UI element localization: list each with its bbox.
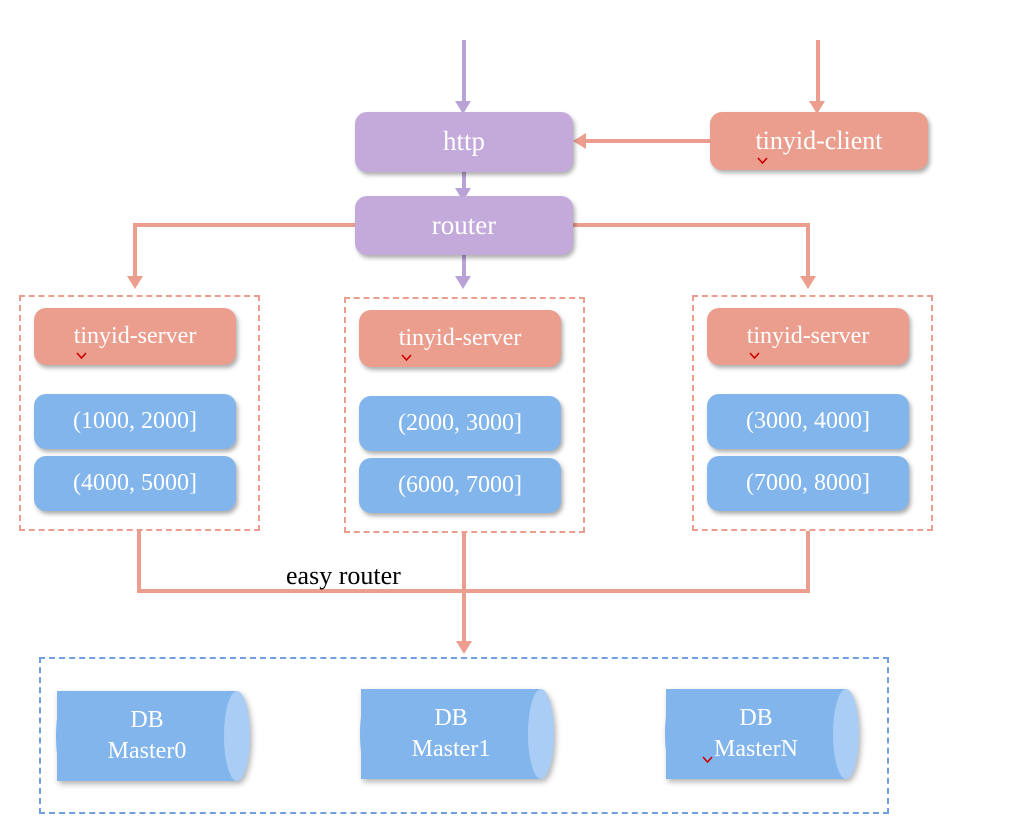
db-master-n[interactable]: DB MasterN [665, 689, 859, 779]
db-master-1-line2: Master1 [411, 736, 491, 762]
router-left-arrowhead [127, 276, 143, 289]
db-master-1-line1: DB [434, 705, 468, 732]
db-master-1[interactable]: DB Master1 [360, 689, 554, 779]
client-to-http-line [585, 139, 710, 143]
server-group-1-segment-1[interactable]: (1000, 2000] [34, 394, 236, 449]
server-group-1-server-label: tinyid-server [74, 323, 196, 359]
easy-router-label: easy router [286, 561, 401, 590]
server-group-2-segment-2-label: (6000, 7000] [398, 472, 522, 499]
server-group-1-segment-1-label: (1000, 2000] [73, 408, 197, 435]
db-master-0-text: DB Master0 [57, 691, 237, 781]
db-master-n-line2: MasterN [714, 736, 798, 762]
spellcheck-mark-icon [702, 756, 713, 763]
server-group-3-server-label: tinyid-server [747, 323, 869, 359]
server-group-1-segment-2[interactable]: (4000, 5000] [34, 456, 236, 511]
group3-to-bus-line [806, 531, 810, 593]
bus-to-db-arrowhead [456, 641, 472, 654]
server-group-1-server[interactable]: tinyid-server [34, 308, 236, 365]
spellcheck-mark-icon [401, 354, 412, 361]
server-group-2-server[interactable]: tinyid-server [359, 310, 561, 367]
server-group-2-segment-2[interactable]: (6000, 7000] [359, 458, 561, 513]
router-right-vertical [806, 223, 810, 280]
spellcheck-mark-icon [757, 157, 769, 165]
server-group-2-segment-1[interactable]: (2000, 3000] [359, 396, 561, 451]
router-node[interactable]: router [355, 196, 573, 255]
router-left-vertical [133, 223, 137, 280]
tinyid-client-node-label: tinyid-client [755, 126, 883, 165]
router-right-arrowhead [800, 276, 816, 289]
router-center-arrowhead [455, 276, 471, 289]
server-group-3-segment-2[interactable]: (7000, 8000] [707, 456, 909, 511]
server-group-3-segment-2-label: (7000, 8000] [746, 470, 870, 497]
server-group-3-segment-1-label: (3000, 4000] [746, 408, 870, 435]
server-group-2-server-label: tinyid-server [399, 325, 521, 361]
router-node-label: router [431, 209, 497, 240]
db-master-n-line1: DB [739, 705, 773, 732]
group1-to-bus-line [137, 531, 141, 593]
server-group-1-segment-2-label: (4000, 5000] [73, 470, 197, 497]
db-master-n-text: DB MasterN [666, 689, 846, 779]
http-node[interactable]: http [355, 112, 573, 172]
router-left-horizontal [133, 223, 358, 227]
http-node-label: http [442, 126, 485, 157]
incoming-http-line [462, 40, 466, 104]
router-right-horizontal [570, 223, 810, 227]
incoming-client-line [816, 40, 820, 104]
merge-bus-line [137, 589, 810, 593]
db-master-0-line2: Master0 [107, 738, 187, 764]
server-group-3-segment-1[interactable]: (3000, 4000] [707, 394, 909, 449]
db-master-0[interactable]: DB Master0 [56, 691, 250, 781]
spellcheck-mark-icon [749, 352, 760, 359]
server-group-2-segment-1-label: (2000, 3000] [398, 410, 522, 437]
db-master-0-line1: DB [130, 707, 164, 734]
client-to-http-arrowhead [573, 133, 586, 149]
architecture-diagram: http tinyid-client router tinyid-server … [0, 0, 1016, 836]
bus-to-db-line [462, 589, 466, 646]
tinyid-client-node[interactable]: tinyid-client [710, 112, 928, 170]
spellcheck-mark-icon [76, 352, 87, 359]
db-master-1-text: DB Master1 [361, 689, 541, 779]
server-group-3-server[interactable]: tinyid-server [707, 308, 909, 365]
group2-to-bus-line [462, 533, 466, 593]
